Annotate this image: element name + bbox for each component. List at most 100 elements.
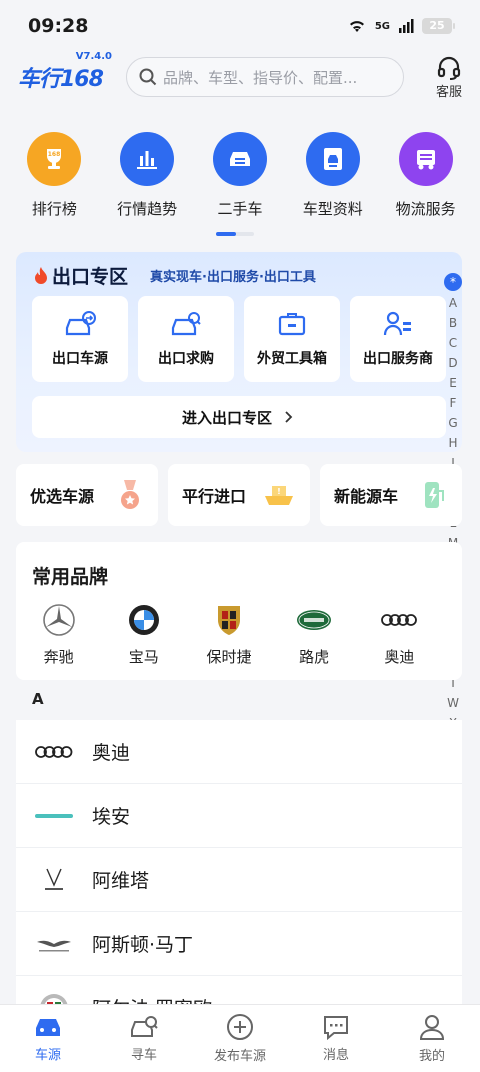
- export-provider-card[interactable]: 出口服务商: [350, 296, 446, 382]
- audi-logo: [34, 738, 74, 766]
- index-letter[interactable]: B: [449, 313, 457, 333]
- car-export-icon: [65, 311, 96, 336]
- app-logo: 车行168 V7.4.0: [18, 51, 112, 93]
- tab-label: 发布车源: [213, 1049, 266, 1064]
- list-item[interactable]: 阿维塔: [16, 848, 462, 912]
- brand-audi[interactable]: 奥迪: [364, 602, 434, 667]
- quick-label: 新能源车: [334, 487, 399, 506]
- nav-market-trend[interactable]: 行情趋势: [102, 132, 192, 219]
- list-item[interactable]: 埃安: [16, 784, 462, 848]
- bar-chart-icon: [120, 132, 175, 186]
- nav-label: 物流服务: [395, 200, 456, 218]
- list-item-name: 阿斯顿·马丁: [92, 934, 194, 956]
- car-doc-icon: [305, 132, 360, 186]
- audi-logo: [381, 602, 418, 638]
- status-bar: 09:28 5G 25: [0, 0, 480, 52]
- quick-nav: 168 排行榜 行情趋势 二手车 车型资料 物流服务: [0, 132, 480, 219]
- index-letter[interactable]: E: [449, 373, 457, 393]
- index-letter[interactable]: W: [447, 693, 459, 713]
- trophy-icon: 168: [27, 132, 82, 186]
- list-item-name: 奥迪: [92, 742, 131, 764]
- nav-label: 排行榜: [31, 200, 77, 218]
- tab-messages[interactable]: 消息: [288, 1014, 384, 1063]
- app-version: V7.4.0: [75, 51, 112, 62]
- index-star[interactable]: *: [444, 273, 462, 291]
- export-card-label: 出口车源: [52, 351, 108, 367]
- parallel-import-card[interactable]: 平行进口 !: [168, 464, 310, 526]
- export-zone: 出口专区 真实现车·出口服务·出口工具 出口车源 出口求购 外贸工具箱 出口服务…: [16, 252, 462, 452]
- enter-export-label: 进入出口专区: [181, 408, 272, 427]
- brand-name: 奥迪: [384, 648, 415, 666]
- nav-pager: [216, 232, 254, 236]
- nav-logistics[interactable]: 物流服务: [381, 132, 471, 219]
- tab-find-car[interactable]: 寻车: [96, 1014, 192, 1063]
- preferred-source-card[interactable]: 优选车源: [16, 464, 158, 526]
- quick-label: 平行进口: [182, 487, 247, 506]
- truck-icon: [398, 132, 453, 186]
- list-item-name: 阿维塔: [92, 870, 150, 892]
- bottom-tab-bar: 车源 寻车 发布车源 消息 我的: [0, 1004, 480, 1072]
- medal-icon: [121, 480, 139, 509]
- battery-icon: 25: [422, 18, 455, 34]
- export-title-row: 出口专区 真实现车·出口服务·出口工具: [32, 262, 316, 289]
- export-subtitle: 真实现车·出口服务·出口工具: [150, 270, 316, 285]
- customer-service-button[interactable]: 客服: [436, 55, 462, 100]
- export-toolbox-card[interactable]: 外贸工具箱: [244, 296, 340, 382]
- export-purchase-card[interactable]: 出口求购: [138, 296, 234, 382]
- enter-export-zone-button[interactable]: 进入出口专区: [32, 396, 446, 438]
- export-cards: 出口车源 出口求购 外贸工具箱 出口服务商: [32, 296, 446, 382]
- nav-used-car[interactable]: 二手车: [195, 132, 285, 219]
- brand-list: 奥迪 埃安 阿维塔 阿斯顿·马丁 阿尔法·罗密欧: [16, 720, 462, 1040]
- avatr-logo: [34, 866, 74, 894]
- new-energy-card[interactable]: 新能源车: [320, 464, 462, 526]
- logo-text: 车行168: [18, 67, 104, 92]
- nav-model-info[interactable]: 车型资料: [288, 132, 378, 219]
- toolbox-icon: [278, 313, 306, 336]
- nav-label: 二手车: [217, 200, 263, 218]
- nav-label: 行情趋势: [117, 200, 178, 218]
- list-item[interactable]: 奥迪: [16, 720, 462, 784]
- index-letter[interactable]: C: [449, 333, 457, 353]
- brand-name: 奔驰: [43, 648, 74, 666]
- export-card-label: 出口求购: [158, 351, 214, 367]
- car-source-icon: [36, 1019, 60, 1036]
- list-item[interactable]: 阿斯顿·马丁: [16, 912, 462, 976]
- chevron-right-icon: [285, 411, 293, 423]
- car-icon: [212, 132, 267, 186]
- list-item-name: 埃安: [92, 806, 131, 828]
- landrover-logo: [296, 602, 332, 638]
- fire-icon: [35, 266, 47, 284]
- charger-icon: [425, 482, 444, 508]
- common-brands-row: 奔驰 宝马 保时捷 路虎 奥迪: [16, 602, 462, 667]
- brand-landrover[interactable]: 路虎: [279, 602, 349, 667]
- status-time: 09:28: [28, 15, 89, 37]
- index-letter[interactable]: F: [450, 393, 457, 413]
- index-letter[interactable]: H: [448, 433, 457, 453]
- plus-circle-icon: [227, 1014, 253, 1040]
- mercedes-logo: [41, 602, 77, 638]
- tab-publish[interactable]: 发布车源: [192, 1013, 288, 1064]
- section-letter-a: A: [32, 690, 44, 708]
- tab-label: 车源: [34, 1048, 61, 1063]
- tab-label: 我的: [418, 1049, 445, 1064]
- index-letter[interactable]: A: [449, 293, 457, 313]
- nav-ranking[interactable]: 168 排行榜: [9, 132, 99, 219]
- status-icons: 5G 25: [347, 18, 455, 34]
- tab-profile[interactable]: 我的: [384, 1013, 480, 1064]
- tab-label: 寻车: [130, 1048, 157, 1063]
- search-placeholder: 品牌、车型、指导价、配置...: [163, 68, 358, 87]
- index-letter[interactable]: D: [448, 353, 457, 373]
- export-car-source-card[interactable]: 出口车源: [32, 296, 128, 382]
- common-brands-title: 常用品牌: [32, 566, 109, 588]
- brand-mercedes[interactable]: 奔驰: [24, 602, 94, 667]
- alphabet-index[interactable]: *ABCDEFGHIJKLMNOPQRSTWXYZ#: [444, 273, 462, 793]
- quick-filters: 优选车源 平行进口 ! 新能源车: [16, 464, 462, 526]
- tab-car-source[interactable]: 车源: [0, 1014, 96, 1063]
- index-letter[interactable]: G: [448, 413, 457, 433]
- brand-name: 保时捷: [206, 648, 252, 666]
- nav-label: 车型资料: [302, 200, 363, 218]
- quick-label: 优选车源: [30, 487, 95, 506]
- search-input[interactable]: 品牌、车型、指导价、配置...: [126, 57, 404, 97]
- brand-porsche[interactable]: 保时捷: [194, 602, 264, 667]
- brand-bmw[interactable]: 宝马: [109, 602, 179, 667]
